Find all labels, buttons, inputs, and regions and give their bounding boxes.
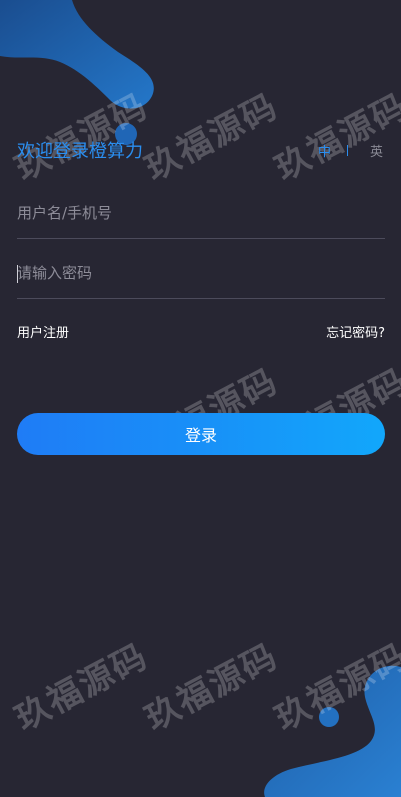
decorative-blob-bottom [264,665,401,797]
password-input[interactable] [17,264,385,282]
watermark: 玖福源码 [268,86,401,190]
login-page: 玖福源码 玖福源码 玖福源码 玖福源码 玖福源码 玖福源码 玖福源码 玖福源码 … [0,0,401,797]
username-input[interactable] [17,204,385,222]
auth-links: 用户注册 忘记密码? [17,322,385,341]
watermark: 玖福源码 [8,636,155,740]
lang-english-option[interactable]: 英 [368,141,385,160]
login-button[interactable]: 登录 [17,413,385,455]
login-header: 欢迎登录橙算力 中 英 [17,136,385,164]
password-field [17,248,385,299]
lang-divider [346,144,348,156]
text-cursor [17,265,18,283]
username-field [17,188,385,239]
lang-chinese-option[interactable]: 中 [316,141,333,160]
forgot-password-link[interactable]: 忘记密码? [326,322,385,341]
language-switch: 中 英 [316,141,385,160]
register-link[interactable]: 用户注册 [17,322,69,341]
page-title: 欢迎登录橙算力 [17,141,143,162]
